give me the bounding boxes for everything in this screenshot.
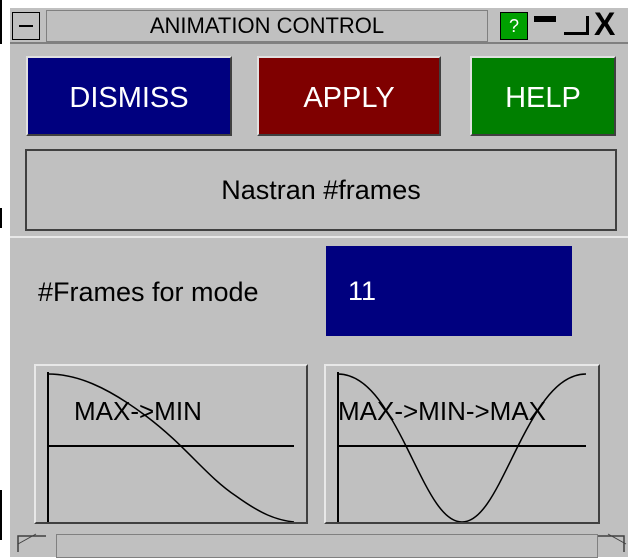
half-cosine-curve-icon bbox=[47, 372, 295, 522]
minimize-icon bbox=[534, 16, 556, 22]
full-cosine-curve-icon bbox=[337, 372, 587, 522]
divider bbox=[10, 236, 628, 238]
resize-bottom-edge[interactable] bbox=[56, 534, 598, 558]
minimize-button[interactable] bbox=[532, 12, 558, 38]
left-frame-tick bbox=[0, 208, 2, 228]
title-bar[interactable]: ANIMATION CONTROL ? X bbox=[10, 8, 628, 44]
window-menu-button[interactable] bbox=[12, 12, 40, 40]
window-title: ANIMATION CONTROL bbox=[46, 10, 488, 42]
resize-bar[interactable] bbox=[10, 526, 628, 558]
resize-corner-right-icon[interactable] bbox=[594, 532, 628, 556]
apply-button[interactable]: APPLY bbox=[257, 56, 441, 136]
maximize-icon-side bbox=[586, 16, 589, 35]
section-title: Nastran #frames bbox=[25, 149, 617, 231]
resize-corner-left-icon[interactable] bbox=[16, 532, 50, 556]
left-frame-edge-lower bbox=[0, 490, 2, 540]
dismiss-button[interactable]: DISMISS bbox=[26, 56, 232, 136]
maximize-button[interactable] bbox=[562, 12, 590, 38]
max-min-curve-button[interactable]: MAX->MIN bbox=[34, 364, 308, 524]
help-question-button[interactable]: ? bbox=[500, 12, 528, 40]
maximize-icon bbox=[564, 32, 588, 35]
max-min-label: MAX->MIN bbox=[74, 396, 202, 426]
max-min-max-label: MAX->MIN->MAX bbox=[338, 396, 547, 426]
left-frame-edge bbox=[0, 0, 2, 44]
animation-control-window: ANIMATION CONTROL ? X DISMISS APPLY HELP… bbox=[10, 8, 628, 558]
close-button[interactable]: X bbox=[594, 8, 624, 40]
help-button[interactable]: HELP bbox=[470, 56, 616, 136]
frames-label: #Frames for mode bbox=[38, 277, 259, 307]
max-min-max-curve-button[interactable]: MAX->MIN->MAX bbox=[324, 364, 600, 524]
frames-input[interactable]: 11 bbox=[326, 246, 572, 336]
close-icon: X bbox=[594, 6, 616, 42]
window-menu-icon bbox=[19, 25, 33, 27]
